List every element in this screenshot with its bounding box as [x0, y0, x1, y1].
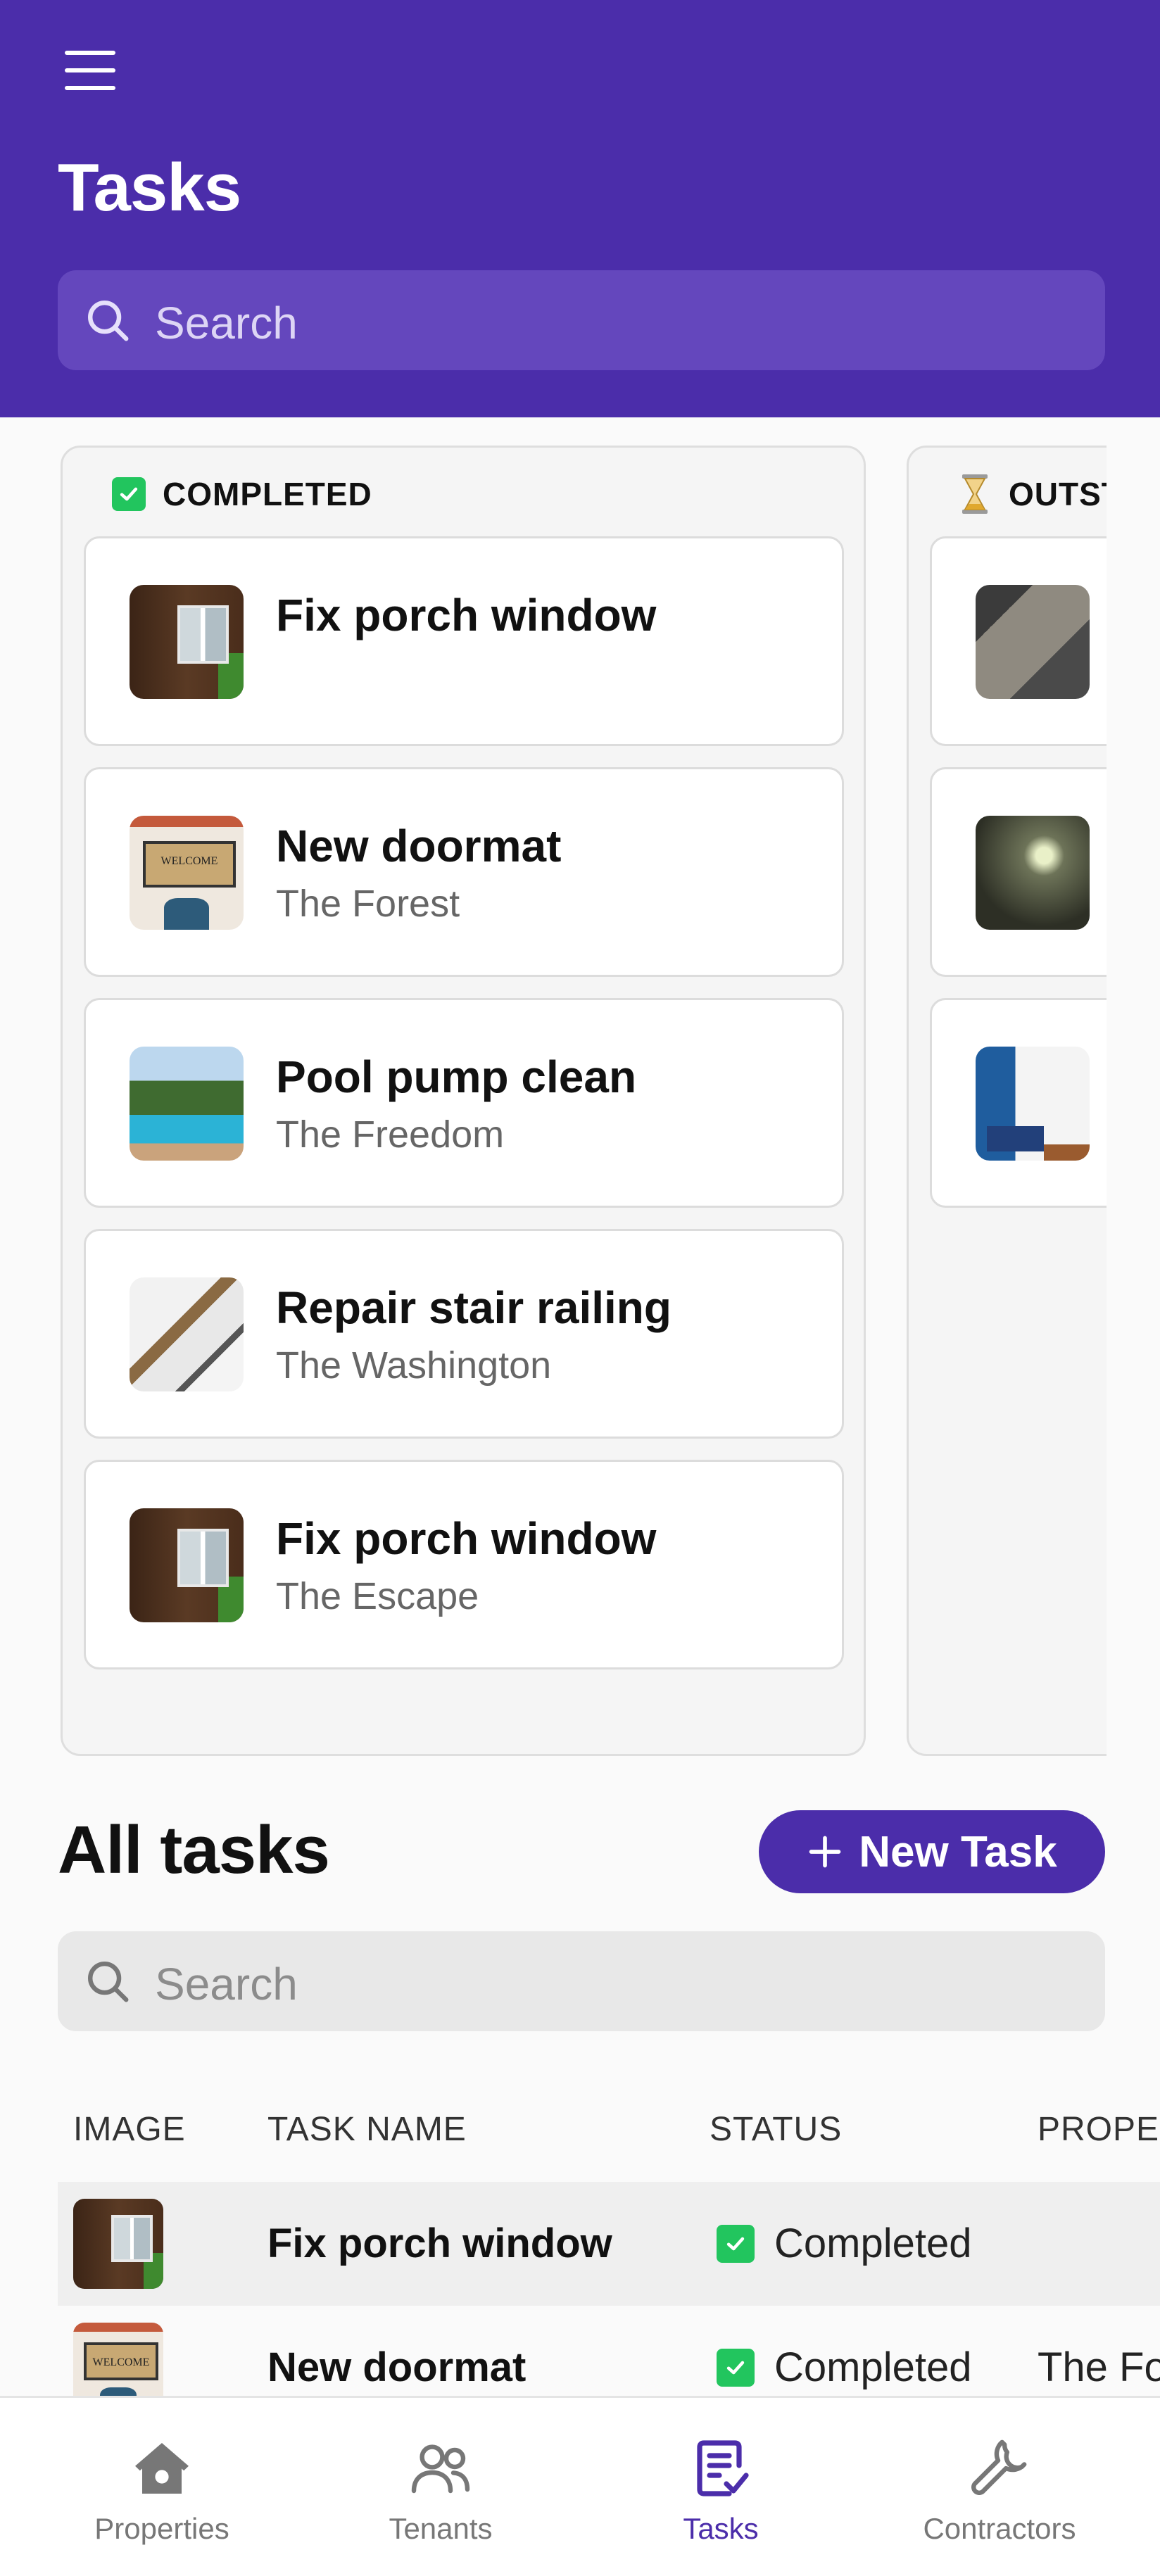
task-card[interactable]: Fix porch window The Escape [84, 1460, 844, 1669]
living-room-photo [976, 1047, 1090, 1161]
tunnel-photo [976, 816, 1090, 930]
nav-label: Tenants [389, 2512, 493, 2545]
card-subtitle: The Washington [276, 1344, 552, 1387]
house-icon [135, 2443, 189, 2494]
column-header-image[interactable]: IMAGE [73, 2110, 186, 2149]
nav-label: Contractors [923, 2512, 1076, 2545]
tasks-icon [697, 2440, 749, 2496]
status-text: Completed [774, 2221, 972, 2266]
column-header-property[interactable]: PROPERTY [1038, 2110, 1160, 2149]
search-icon [88, 301, 129, 341]
task-card[interactable] [930, 536, 1107, 746]
porch-window-photo [130, 1508, 244, 1622]
hamburger-menu-icon[interactable] [62, 51, 118, 90]
column-header-status[interactable]: STATUS [710, 2110, 842, 2149]
bottom-navigation: Properties Tenants Tasks Contractors [0, 2396, 1160, 2576]
nav-item-contractors[interactable]: Contractors [855, 2398, 1145, 2576]
tasks-search-input[interactable]: Search [58, 1931, 1105, 2031]
search-icon [88, 1962, 129, 2002]
porch-window-photo [73, 2199, 163, 2289]
status-text: Completed [774, 2344, 972, 2390]
hourglass-icon [962, 474, 988, 514]
card-title: Fix porch window [276, 590, 657, 640]
card-title: Repair stair railing [276, 1282, 672, 1333]
pool-photo [130, 1047, 244, 1161]
card-subtitle: The Freedom [276, 1113, 505, 1156]
task-board[interactable]: COMPLETED Fix porch window New doormat T… [0, 417, 1107, 1769]
people-icon [411, 2444, 470, 2494]
check-icon [717, 2224, 755, 2263]
wrench-icon [971, 2439, 1027, 2495]
task-name: New doormat [267, 2344, 527, 2390]
card-subtitle: The Forest [276, 883, 460, 925]
nav-label: Properties [94, 2512, 229, 2545]
column-header: OUTSTANDING [958, 473, 1107, 515]
new-task-button[interactable]: New Task [759, 1810, 1105, 1893]
nav-item-tasks[interactable]: Tasks [576, 2398, 866, 2576]
app-header: Tasks Search [0, 0, 1160, 417]
stair-railing-photo [130, 1277, 244, 1391]
task-card[interactable]: Repair stair railing The Washington [84, 1229, 844, 1439]
porch-window-photo [130, 585, 244, 699]
rug-photo [976, 585, 1090, 699]
column-header: COMPLETED [112, 473, 372, 515]
task-card[interactable]: New doormat The Forest [84, 767, 844, 977]
task-name: Fix porch window [267, 2221, 612, 2266]
card-subtitle: The Escape [276, 1575, 479, 1617]
doormat-photo [130, 816, 244, 930]
card-title: Fix porch window [276, 1513, 657, 1564]
check-icon [717, 2348, 755, 2387]
column-header-task-name[interactable]: TASK NAME [267, 2110, 467, 2149]
search-placeholder: Search [155, 298, 298, 348]
new-task-label: New Task [859, 1827, 1057, 1876]
header-search-input[interactable]: Search [58, 270, 1105, 370]
table-row[interactable]: Fix porch window Completed [58, 2182, 1160, 2306]
nav-item-properties[interactable]: Properties [17, 2398, 307, 2576]
task-card[interactable] [930, 767, 1107, 977]
task-card[interactable]: Fix porch window [84, 536, 844, 746]
nav-label: Tasks [683, 2512, 759, 2545]
column-outstanding: OUTSTANDING [907, 446, 1107, 1756]
card-title: Pool pump clean [276, 1052, 637, 1102]
column-label: COMPLETED [163, 476, 372, 512]
plus-icon [809, 1836, 841, 1868]
column-label: OUTSTANDING [1009, 476, 1107, 512]
status-badge: Completed [717, 2220, 971, 2267]
task-card[interactable]: Pool pump clean The Freedom [84, 998, 844, 1208]
task-card[interactable] [930, 998, 1107, 1208]
property-name: The Forest [1038, 2344, 1160, 2390]
nav-item-tenants[interactable]: Tenants [296, 2398, 586, 2576]
status-badge: Completed [717, 2344, 971, 2391]
tasks-table[interactable]: IMAGE TASK NAME STATUS PROPERTY Fix porc… [58, 2083, 1160, 2435]
card-title: New doormat [276, 821, 562, 871]
page-title: Tasks [58, 150, 241, 225]
all-tasks-title: All tasks [58, 1812, 330, 1888]
column-completed: COMPLETED Fix porch window New doormat T… [61, 446, 866, 1756]
search-placeholder: Search [155, 1959, 298, 2009]
check-icon [112, 477, 146, 511]
